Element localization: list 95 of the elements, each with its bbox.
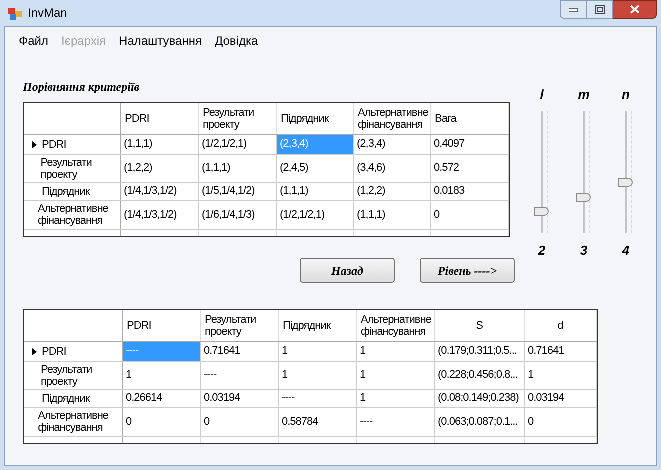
table-cell[interactable]: (1/5,1/4,1/2) <box>199 183 277 200</box>
menu-item[interactable]: Файл <box>19 32 49 51</box>
table-cell[interactable]: (1,2,2) <box>354 183 431 200</box>
current-row-icon <box>32 140 37 148</box>
slider-track[interactable] <box>576 110 592 232</box>
table-cell[interactable]: ---- <box>279 390 357 407</box>
row-header[interactable]: Підрядник <box>24 183 121 200</box>
table-cell[interactable]: 1 <box>123 362 201 389</box>
table-cell[interactable]: 0.58784 <box>279 408 357 436</box>
slider-track[interactable] <box>534 110 550 232</box>
table-cell[interactable]: (1/4,1/3,1/2) <box>121 201 199 229</box>
table-cell[interactable]: 0.26614 <box>123 390 201 407</box>
close-button[interactable] <box>613 0 657 19</box>
slider-label: l <box>540 86 544 104</box>
table-cell[interactable]: 1 <box>279 362 357 389</box>
table-cell[interactable]: (1,2,2) <box>121 155 199 182</box>
slider-label: n <box>622 86 630 104</box>
section-title: Порівняння критеріїв <box>23 79 141 96</box>
table-cell[interactable]: (0.228;0.456;0.8... <box>435 362 525 389</box>
row-header[interactable]: Альтернативне фінансування <box>24 408 123 436</box>
table-cell[interactable]: 0 <box>431 201 509 229</box>
minimize-button[interactable] <box>560 0 587 19</box>
table-cell[interactable]: 1 <box>279 342 357 361</box>
slider-value: 2 <box>538 242 546 260</box>
menu-item[interactable]: Налаштування <box>119 32 202 51</box>
nav-button[interactable]: Рівень ----> <box>420 258 515 283</box>
row-header[interactable]: Результати проекту <box>24 362 123 389</box>
row-header[interactable]: Альтернативне фінансування <box>24 201 121 229</box>
table-cell[interactable]: (1,1,1) <box>121 135 199 154</box>
table-cell[interactable]: (0.063;0.087;0.1... <box>435 408 525 436</box>
table-cell[interactable]: 1 <box>525 362 597 389</box>
slider-value: 4 <box>622 242 630 260</box>
column-header[interactable]: Результати проекту <box>201 310 279 341</box>
table-cell[interactable]: 0.03194 <box>525 390 597 407</box>
table-cell[interactable]: (1,1,1) <box>354 201 431 229</box>
table-cell[interactable]: (2,3,4) <box>354 135 431 154</box>
column-header[interactable]: Підрядник <box>279 310 357 341</box>
table-cell[interactable]: (0.08;0.149;0.238) <box>435 390 525 407</box>
table-cell[interactable]: (1,1,1) <box>277 183 354 200</box>
row-label: PDRI <box>42 138 66 150</box>
table-cell[interactable]: (0.179;0.311;0.5... <box>435 342 525 361</box>
row-header[interactable]: Результати проекту <box>24 155 121 182</box>
slider-value: 3 <box>580 242 588 260</box>
row-header[interactable]: PDRI <box>24 135 121 154</box>
table-cell[interactable]: (1/4,1/3,1/2) <box>121 183 199 200</box>
column-header[interactable]: Альтернативне фінансування <box>354 103 431 134</box>
current-row-icon <box>32 348 37 356</box>
table-cell[interactable]: 1 <box>357 362 435 389</box>
column-header[interactable]: PDRI <box>121 103 199 134</box>
table-cell[interactable]: 1 <box>357 342 435 361</box>
slider-track[interactable] <box>618 110 634 232</box>
column-header[interactable]: Підрядник <box>277 103 354 134</box>
row-label: Підрядник <box>42 392 90 404</box>
row-header[interactable]: Підрядник <box>24 390 123 407</box>
column-header[interactable]: Альтернативне фінансування <box>357 310 435 341</box>
row-label: Альтернативне фінансування <box>38 410 110 434</box>
table-cell[interactable]: ---- <box>357 408 435 436</box>
maximize-icon <box>594 5 604 14</box>
table-cell[interactable]: 0 <box>123 408 201 436</box>
table-cell[interactable]: (3,4,6) <box>354 155 431 182</box>
window-title: InvMan <box>28 5 68 22</box>
table-cell[interactable]: (2,4,5) <box>277 155 354 182</box>
slider-thumb[interactable] <box>576 192 591 202</box>
table-cell[interactable]: (1,1,1) <box>199 155 277 182</box>
row-label: Результати проекту <box>40 156 93 180</box>
table-cell[interactable]: 0.4097 <box>431 135 509 154</box>
row-label: Альтернативне фінансування <box>38 203 110 227</box>
table-cell[interactable]: ---- <box>201 362 279 389</box>
maximize-button[interactable] <box>587 0 613 19</box>
slider-thumb[interactable] <box>618 178 633 188</box>
column-header[interactable]: Результати проекту <box>199 103 277 134</box>
table-cell[interactable]: 0.572 <box>431 155 509 182</box>
slider-thumb[interactable] <box>534 206 549 216</box>
row-label: Результати проекту <box>40 364 94 388</box>
table-cell[interactable]: (1/6,1/4,1/3) <box>199 201 277 229</box>
row-label: PDRI <box>42 346 66 358</box>
nav-button[interactable]: Назад <box>300 258 395 283</box>
table-cell[interactable]: 0.71641 <box>525 342 597 361</box>
row-label: Підрядник <box>42 186 90 198</box>
table-cell[interactable]: 0 <box>201 408 279 436</box>
minimize-icon <box>569 8 578 12</box>
table-cell[interactable]: 0.0183 <box>431 183 509 200</box>
table-cell[interactable]: (1/2,1/2,1) <box>277 201 354 229</box>
column-header[interactable]: S <box>435 310 525 341</box>
table-cell[interactable]: 1 <box>357 390 435 407</box>
table-cell[interactable]: 0.71641 <box>201 342 279 361</box>
menu-item[interactable]: Довідка <box>214 32 258 51</box>
slider-label: m <box>578 86 590 104</box>
column-header[interactable]: d <box>525 310 597 341</box>
column-header[interactable]: PDRI <box>123 310 201 341</box>
table-cell[interactable]: 0 <box>525 408 597 436</box>
close-icon <box>630 5 640 14</box>
column-header[interactable]: Вага <box>431 103 509 134</box>
app-icon <box>8 6 22 20</box>
table-cell[interactable]: 0.03194 <box>201 390 279 407</box>
